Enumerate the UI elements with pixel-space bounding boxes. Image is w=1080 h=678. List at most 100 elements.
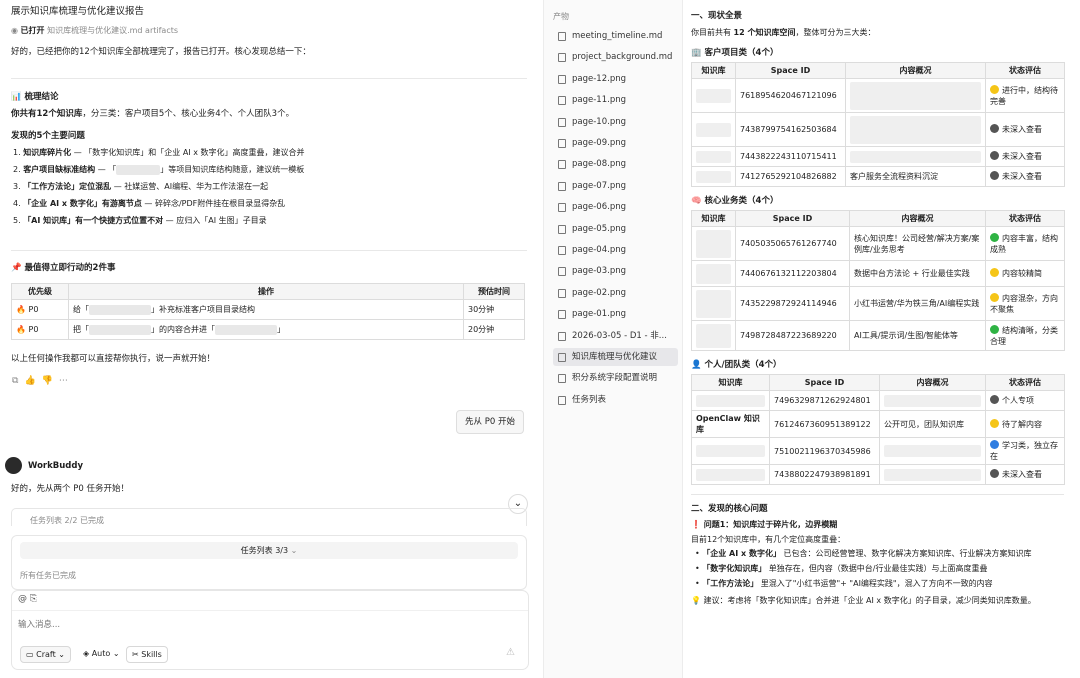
- status-dot: [990, 124, 999, 133]
- sidebar-file-item[interactable]: 积分系统字段配置说明: [553, 369, 678, 387]
- actions-table: 优先级 操作 预估时间 🔥 P0 给「 」补充标准客户项目目录结构 30分钟 🔥 …: [11, 283, 525, 340]
- message-input[interactable]: [18, 617, 508, 633]
- problem-heading: ❗ 问题1：知识库过于碎片化，边界模糊: [691, 520, 838, 529]
- table-row: 7440676132112203804 数据中台方法论 + 行业最佳实践 内容较精简: [691, 260, 1065, 287]
- sidebar-file-item[interactable]: page-12.png: [553, 70, 678, 88]
- opened-label: 已打开: [20, 26, 45, 35]
- bot-name: WorkBuddy: [28, 461, 83, 471]
- chevron-down-icon: ⌄: [112, 649, 120, 658]
- document-file-icon: [558, 53, 566, 63]
- sidebar-file-item[interactable]: page-03.png: [553, 262, 678, 280]
- eye-icon: ◉: [11, 26, 18, 35]
- sidebar-file-item[interactable]: page-10.png: [553, 113, 678, 131]
- redacted-cell: [850, 81, 981, 110]
- thumbs-down-icon[interactable]: 👎: [42, 376, 59, 386]
- sidebar-file-label: page-11.png: [572, 95, 626, 106]
- redacted-cell: [696, 150, 731, 163]
- image-file-icon: [558, 267, 566, 277]
- redacted-cell: [850, 115, 981, 144]
- suggestion-text: 💡 建议：考虑将「数字化知识库」合并进「企业 AI x 数字化」的子目录，减少同…: [691, 596, 1036, 605]
- issue-item: 3. 「工作方法论」定位混乱 — 社媒运营、AI编程、华为工作法混在一起: [13, 182, 269, 191]
- task-panel-header[interactable]: 任务列表 3/3 ⌄: [20, 542, 518, 559]
- auto-model-select[interactable]: ◈ Auto ⌄: [80, 646, 123, 663]
- overview-text: 你目前共有 12 个知识库空间，整体可分为三大类：: [691, 28, 876, 37]
- sidebar-file-item[interactable]: page-06.png: [553, 198, 678, 216]
- skills-icon: ✂: [132, 650, 139, 659]
- status-dot: [990, 232, 999, 242]
- thumbs-up-icon[interactable]: 👍: [24, 376, 41, 386]
- status-dot: [990, 395, 999, 404]
- chevron-down-icon: ⌄: [58, 650, 65, 659]
- redacted-cell: [884, 445, 981, 457]
- attach-icon[interactable]: ⎘: [30, 594, 37, 604]
- sidebar-file-item[interactable]: 知识库梳理与优化建议: [553, 348, 678, 366]
- divider: [691, 494, 1064, 495]
- copy-icon[interactable]: ⧉: [12, 376, 24, 386]
- status-dot: [990, 440, 999, 449]
- image-file-icon: [558, 160, 566, 170]
- table-row: 7510021196370345986 学习类，独立存在: [691, 437, 1065, 465]
- issues-list: 1. 知识库碎片化 — 「数字化知识库」和「企业 AI x 数字化」高度重叠，建…: [13, 147, 523, 232]
- composer-tools: @ ⎘: [18, 594, 37, 604]
- divider: [11, 250, 527, 251]
- subsection-heading: 👤 个人/团队类（4个）: [691, 360, 782, 370]
- at-icon[interactable]: @: [18, 594, 27, 604]
- summary-rest: ，分三类：客户项目5个、核心业务4个、个人团队3个。: [82, 109, 295, 119]
- chat-panel: 展示知识库梳理与优化建议报告 ◉ 已打开 知识库梳理与优化建议.md artif…: [0, 0, 540, 678]
- document-file-icon: [558, 353, 566, 362]
- summary-heading: 📊 梳理结论: [11, 92, 59, 102]
- redacted-cell: [696, 263, 731, 284]
- table-row: 7435229872924114946 小红书运营/华为铁三角/AI编程实践 内容混…: [691, 286, 1065, 321]
- sidebar-file-item[interactable]: page-09.png: [553, 134, 678, 152]
- document-file-icon: [558, 395, 566, 405]
- composer: @ ⎘ ▭ Craft ⌄ ◈ Auto ⌄ ✂ Skills ⚠: [11, 590, 529, 670]
- actions-heading: 📌 最值得立即行动的2件事: [11, 263, 116, 273]
- status-dot: [990, 469, 999, 478]
- artifacts-sidebar: 产物 meeting_timeline.md project_background…: [543, 0, 683, 678]
- redacted-text: [89, 304, 151, 315]
- craft-mode-select[interactable]: ▭ Craft ⌄: [20, 646, 71, 663]
- sidebar-file-item[interactable]: page-07.png: [553, 177, 678, 195]
- sidebar-file-label: page-08.png: [572, 159, 626, 170]
- subsection-heading: 🧠 核心业务类（4个）: [691, 196, 779, 206]
- sidebar-file-item[interactable]: page-05.png: [553, 220, 678, 238]
- document-file-icon: [558, 32, 566, 41]
- image-file-icon: [558, 74, 566, 84]
- sidebar-file-item[interactable]: 任务列表: [553, 391, 678, 409]
- sidebar-file-item[interactable]: page-04.png: [553, 241, 678, 259]
- image-file-icon: [558, 288, 566, 298]
- task-list-peek: 任务列表 2/2 已完成: [11, 508, 527, 526]
- table-row: 7405035065761267740 核心知识库！公司经营/解决方案/案例库/业…: [691, 226, 1065, 261]
- table-row: 7498728487223689220 AI工具/提示词/生图/智能体等 结构清晰，…: [691, 320, 1065, 351]
- sidebar-file-item[interactable]: 2026-03-05 - D1 - 非...: [553, 327, 678, 345]
- sidebar-file-item[interactable]: page-01.png: [553, 305, 678, 323]
- sidebar-file-label: page-10.png: [572, 116, 626, 127]
- subsection-heading: 🏢 客户项目类（4个）: [691, 48, 779, 58]
- sidebar-file-label: page-12.png: [572, 73, 626, 84]
- opened-file[interactable]: 知识库梳理与优化建议.md: [47, 26, 142, 35]
- sidebar-file-label: page-05.png: [572, 223, 626, 234]
- sidebar-file-label: 任务列表: [572, 394, 607, 405]
- task-panel: 任务列表 3/3 ⌄ 所有任务已完成: [11, 535, 527, 590]
- layers-icon: ◈: [83, 649, 90, 658]
- skills-button[interactable]: ✂ Skills: [126, 646, 168, 663]
- send-icon[interactable]: ⚠: [506, 647, 515, 658]
- opened-file-row[interactable]: ◉ 已打开 知识库梳理与优化建议.md artifacts: [11, 25, 178, 36]
- table-row: 7438799754162503684 未深入查看: [691, 112, 1065, 147]
- redacted-text: [215, 324, 277, 335]
- more-icon[interactable]: ⋯: [59, 376, 74, 386]
- sidebar-file-label: page-03.png: [572, 266, 626, 277]
- table-row: 7618954620467121096 进行中，结构待完善: [691, 78, 1065, 113]
- section-heading: 一、现状全景: [691, 11, 743, 21]
- redacted-cell: [696, 394, 765, 407]
- redacted-cell: [884, 394, 981, 407]
- sidebar-file-item[interactable]: page-11.png: [553, 91, 678, 109]
- craft-icon: ▭: [26, 650, 34, 659]
- sidebar-file-item[interactable]: meeting_timeline.md: [553, 27, 678, 45]
- sidebar-file-item[interactable]: project_background.md: [553, 48, 678, 66]
- sidebar-file-item[interactable]: page-08.png: [553, 155, 678, 173]
- sidebar-file-item[interactable]: page-02.png: [553, 284, 678, 302]
- redacted-cell: [696, 122, 731, 137]
- summary-text: 你共有12个知识库，分三类：客户项目5个、核心业务4个、个人团队3个。: [11, 108, 294, 120]
- sidebar-file-label: page-09.png: [572, 138, 626, 148]
